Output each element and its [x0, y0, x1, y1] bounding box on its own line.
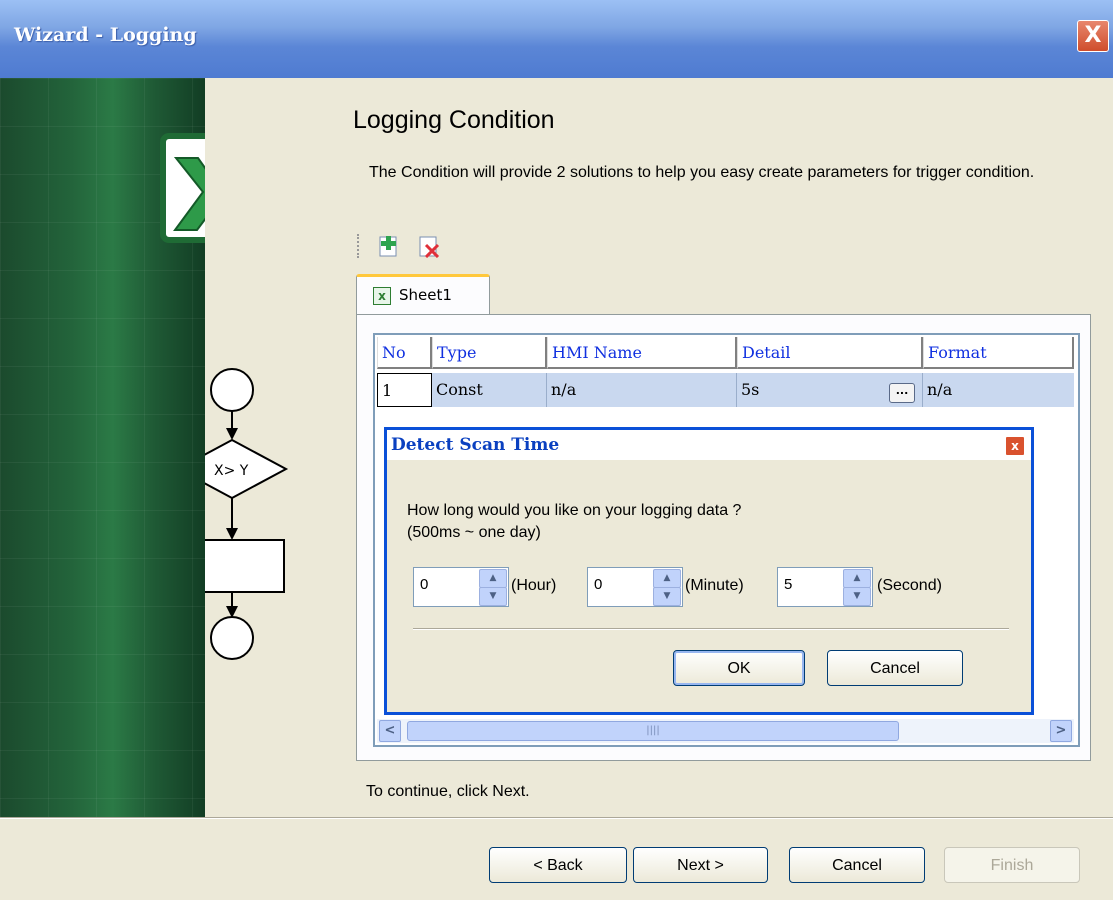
spin-down-icon[interactable]: ▼ — [843, 587, 871, 606]
dialog-separator — [413, 628, 1009, 630]
sheet-toolbar — [357, 230, 477, 260]
table-row[interactable]: 1 Const n/a 5s ... n/a — [377, 373, 1074, 407]
page-title: Logging Condition — [353, 106, 555, 134]
toolbar-grip[interactable] — [357, 234, 361, 258]
next-button[interactable]: Next > — [633, 847, 768, 883]
cell-hmi-name[interactable]: n/a — [547, 373, 737, 407]
hour-input[interactable]: 0 — [420, 576, 428, 593]
wizard-banner — [0, 78, 205, 818]
excel-logo-icon — [160, 133, 205, 243]
spin-down-icon[interactable]: ▼ — [479, 587, 507, 606]
close-button[interactable]: X — [1077, 20, 1109, 52]
column-header-no[interactable]: No — [377, 337, 432, 369]
back-button[interactable]: < Back — [489, 847, 627, 883]
delete-sheet-button[interactable] — [417, 234, 441, 259]
spin-up-icon[interactable]: ▲ — [653, 569, 681, 588]
spin-up-icon[interactable]: ▲ — [479, 569, 507, 588]
cell-format[interactable]: n/a — [923, 373, 1074, 407]
second-input[interactable]: 5 — [784, 576, 792, 593]
add-sheet-button[interactable] — [377, 234, 401, 258]
dialog-title: Detect Scan Time — [391, 435, 560, 455]
horizontal-scrollbar[interactable]: < |||| > — [377, 719, 1074, 743]
spin-up-icon[interactable]: ▲ — [843, 569, 871, 588]
column-header-format[interactable]: Format — [923, 337, 1074, 369]
title-bar: Wizard - Logging X — [0, 0, 1113, 78]
page-description: The Condition will provide 2 solutions t… — [369, 164, 1035, 181]
column-header-type[interactable]: Type — [432, 337, 547, 369]
dialog-title-bar: Detect Scan Time x — [387, 430, 1031, 460]
detect-scan-time-dialog: Detect Scan Time x How long would you li… — [384, 427, 1034, 715]
button-bar: < Back Next > Cancel Finish — [0, 818, 1113, 900]
column-header-detail[interactable]: Detail — [737, 337, 923, 369]
dialog-cancel-button[interactable]: Cancel — [827, 650, 963, 686]
scroll-right-icon[interactable]: > — [1050, 720, 1072, 742]
excel-sheet-icon: x — [373, 287, 391, 305]
minute-unit: (Minute) — [685, 577, 744, 594]
window-title: Wizard - Logging — [14, 24, 197, 46]
hour-unit: (Hour) — [511, 577, 557, 594]
ok-button[interactable]: OK — [673, 650, 805, 686]
column-header-hmi-name[interactable]: HMI Name — [547, 337, 737, 369]
flowchart-diagram: X> Y — [205, 368, 289, 660]
minute-input[interactable]: 0 — [594, 576, 602, 593]
range-text: (500ms ~ one day) — [407, 524, 541, 541]
scroll-thumb[interactable]: |||| — [407, 721, 899, 741]
flowchart-panel: X> Y — [205, 78, 333, 818]
tab-sheet1[interactable]: x Sheet1 — [356, 274, 490, 317]
cancel-button[interactable]: Cancel — [789, 847, 925, 883]
minute-spinner[interactable]: 0 ▲ ▼ — [587, 567, 683, 607]
cell-type[interactable]: Const — [432, 373, 547, 407]
spin-down-icon[interactable]: ▼ — [653, 587, 681, 606]
tab-label: Sheet1 — [399, 286, 452, 304]
finish-button: Finish — [944, 847, 1080, 883]
dialog-close-button[interactable]: x — [1005, 436, 1025, 456]
detail-browse-button[interactable]: ... — [889, 383, 915, 403]
second-spinner[interactable]: 5 ▲ ▼ — [777, 567, 873, 607]
question-text: How long would you like on your logging … — [407, 502, 742, 519]
scroll-left-icon[interactable]: < — [379, 720, 401, 742]
second-unit: (Second) — [877, 577, 942, 594]
cell-no[interactable]: 1 — [377, 373, 432, 407]
delete-sheet-icon — [419, 236, 440, 259]
continue-hint: To continue, click Next. — [366, 783, 530, 800]
dialog-question: How long would you like on your logging … — [407, 500, 741, 544]
add-sheet-icon — [379, 236, 397, 257]
hour-spinner[interactable]: 0 ▲ ▼ — [413, 567, 509, 607]
decision-label: X> Y — [214, 463, 249, 479]
